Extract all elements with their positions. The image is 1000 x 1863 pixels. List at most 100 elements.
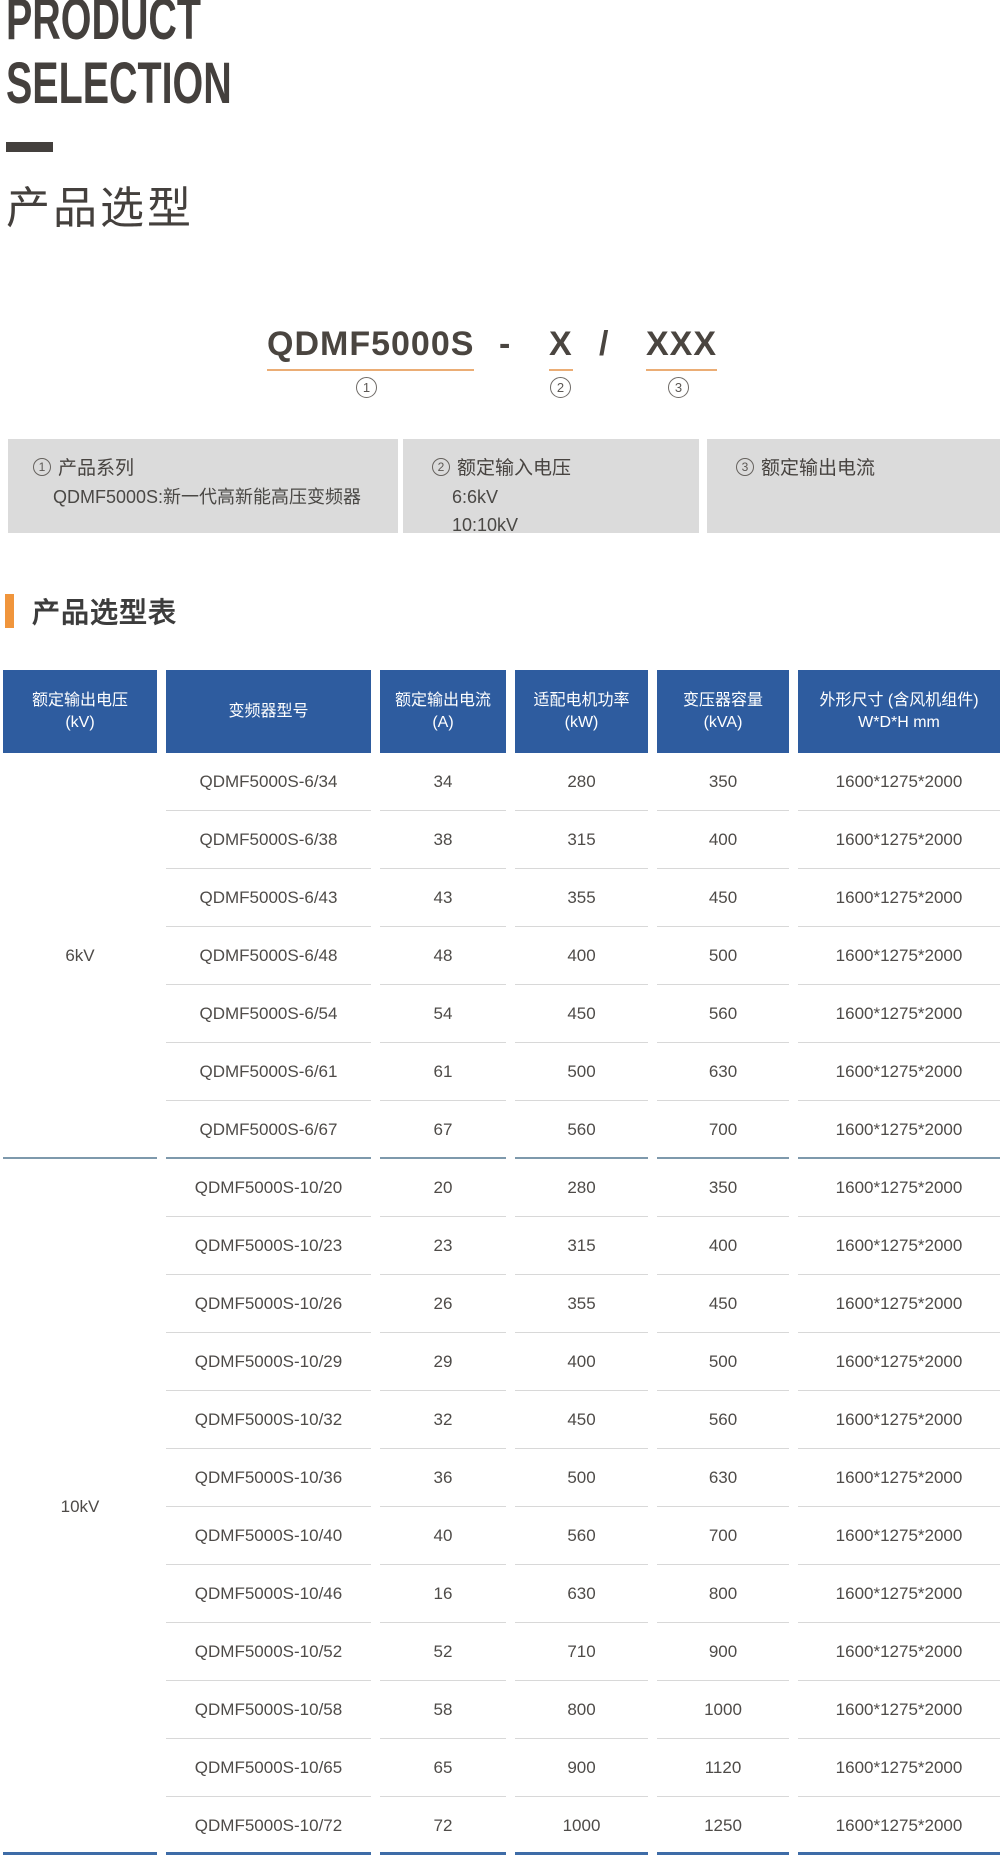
cell-power: 280 [515,753,648,811]
cell-dimensions: 1600*1275*2000 [798,1275,1000,1333]
cell-power: 560 [515,1101,648,1159]
cell-current: 67 [380,1101,506,1159]
voltage-group-cell [3,811,157,869]
cell-capacity: 630 [657,1043,789,1101]
cell-capacity: 900 [657,1623,789,1681]
cell-model: QDMF5000S-6/61 [166,1043,371,1101]
column-header-line2: (A) [432,712,453,734]
cell-current: 26 [380,1275,506,1333]
cell-dimensions: 1600*1275*2000 [798,811,1000,869]
cell-dimensions: 1600*1275*2000 [798,1391,1000,1449]
cell-current: 38 [380,811,506,869]
marker-3-icon: 3 [668,377,689,398]
cell-dimensions: 1600*1275*2000 [798,1043,1000,1101]
cell-dimensions: 1600*1275*2000 [798,869,1000,927]
legend-title: 2 额定输入电压 [432,453,699,480]
cell-model: QDMF5000S-10/46 [166,1565,371,1623]
cell-power: 500 [515,1043,648,1101]
cell-dimensions: 1600*1275*2000 [798,1449,1000,1507]
column-header-line2: W*D*H mm [858,712,940,734]
cell-current: 20 [380,1159,506,1217]
column-header-output-voltage: 额定输出电压 (kV) [3,670,157,753]
section-accent-bar [5,594,14,628]
cell-dimensions: 1600*1275*2000 [798,1739,1000,1797]
cell-current: 29 [380,1333,506,1391]
cell-capacity: 400 [657,811,789,869]
table-row: QDMF5000S-6/38383154001600*1275*2000 [0,811,1000,869]
cell-power: 500 [515,1449,648,1507]
voltage-group-cell [3,1739,157,1797]
cell-dimensions: 1600*1275*2000 [798,1159,1000,1217]
cell-current: 36 [380,1449,506,1507]
table-row: QDMF5000S-10/7272100012501600*1275*2000 [0,1797,1000,1855]
cell-dimensions: 1600*1275*2000 [798,1623,1000,1681]
column-header-transformer-capacity: 变压器容量 (kVA) [657,670,789,753]
table-row: QDMF5000S-10/585880010001600*1275*2000 [0,1681,1000,1739]
cell-capacity: 700 [657,1507,789,1565]
cell-model: QDMF5000S-6/54 [166,985,371,1043]
table-row: QDMF5000S-10/656590011201600*1275*2000 [0,1739,1000,1797]
cell-model: QDMF5000S-10/29 [166,1333,371,1391]
cell-capacity: 560 [657,1391,789,1449]
legend-title: 3 额定输出电流 [736,453,1000,480]
cell-current: 32 [380,1391,506,1449]
cell-current: 23 [380,1217,506,1275]
cell-power: 355 [515,869,648,927]
cell-model: QDMF5000S-10/52 [166,1623,371,1681]
cell-power: 450 [515,985,648,1043]
voltage-group-cell [3,1217,157,1275]
table-row: QDMF5000S-6/61615006301600*1275*2000 [0,1043,1000,1101]
table-row: QDMF5000S-10/23233154001600*1275*2000 [0,1217,1000,1275]
cell-current: 58 [380,1681,506,1739]
cell-current: 54 [380,985,506,1043]
column-header-line2: (kVA) [704,712,743,734]
cell-capacity: 700 [657,1101,789,1159]
cell-power: 315 [515,1217,648,1275]
cell-model: QDMF5000S-10/65 [166,1739,371,1797]
cell-model: QDMF5000S-10/26 [166,1275,371,1333]
cell-capacity: 350 [657,1159,789,1217]
cell-capacity: 450 [657,869,789,927]
marker-2-icon: 2 [432,458,450,476]
legend-line: QDMF5000S:新一代高新能高压变频器 [53,483,398,511]
column-header-line1: 变频器型号 [228,701,308,723]
voltage-group-cell [3,985,157,1043]
voltage-group-cell [3,753,157,811]
page-title-en: PRODUCT SELECTION [6,0,232,116]
column-header-output-current: 额定输出电流 (A) [380,670,506,753]
column-header-line2: (kV) [65,712,94,734]
cell-model: QDMF5000S-10/58 [166,1681,371,1739]
table-row: QDMF5000S-6/67675607001600*1275*2000 [0,1101,1000,1159]
table-row: QDMF5000S-10/32324505601600*1275*2000 [0,1391,1000,1449]
cell-current: 65 [380,1739,506,1797]
cell-dimensions: 1600*1275*2000 [798,1507,1000,1565]
voltage-group-cell [3,1623,157,1681]
voltage-group-cell [3,1333,157,1391]
page-title-zh: 产品选型 [6,172,194,236]
selection-table-body: QDMF5000S-6/34342803501600*1275*2000QDMF… [0,753,1000,1855]
legend-title-text: 额定输入电压 [457,453,571,480]
cell-model: QDMF5000S-10/72 [166,1797,371,1855]
cell-model: QDMF5000S-6/34 [166,753,371,811]
column-header-model: 变频器型号 [166,670,371,753]
cell-dimensions: 1600*1275*2000 [798,753,1000,811]
legend-box-product-series: 1 产品系列 QDMF5000S:新一代高新能高压变频器 [8,439,398,533]
column-header-motor-power: 适配电机功率 (kW) [515,670,648,753]
cell-current: 43 [380,869,506,927]
column-header-line1: 适配电机功率 [533,690,629,712]
cell-capacity: 1250 [657,1797,789,1855]
model-code-separator-2: / [599,325,609,364]
cell-capacity: 800 [657,1565,789,1623]
cell-capacity: 450 [657,1275,789,1333]
cell-power: 560 [515,1507,648,1565]
table-row: QDMF5000S-10/52527109001600*1275*2000 [0,1623,1000,1681]
cell-dimensions: 1600*1275*2000 [798,1101,1000,1159]
column-header-line2: (kW) [565,712,599,734]
cell-dimensions: 1600*1275*2000 [798,1217,1000,1275]
legend-box-input-voltage: 2 额定输入电压 6:6kV 10:10kV [403,439,699,533]
cell-model: QDMF5000S-10/20 [166,1159,371,1217]
column-header-line1: 变压器容量 [683,690,763,712]
cell-dimensions: 1600*1275*2000 [798,1681,1000,1739]
table-row: QDMF5000S-10/46166308001600*1275*2000 [0,1565,1000,1623]
cell-model: QDMF5000S-6/43 [166,869,371,927]
